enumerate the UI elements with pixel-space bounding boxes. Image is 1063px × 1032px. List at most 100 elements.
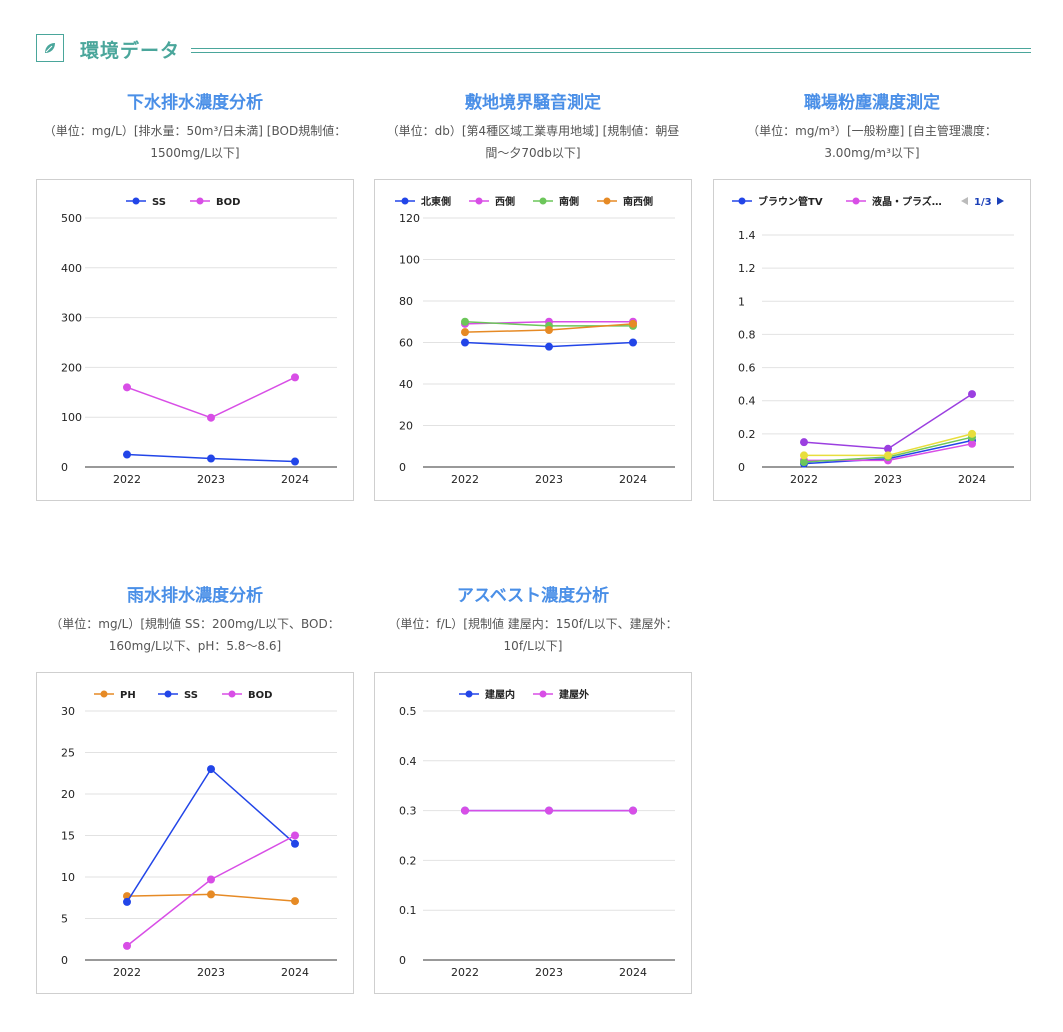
- chart-subtitle: （単位：mg/L）[排水量：50m³/日未満] [BOD規制値：1500mg/L…: [43, 124, 347, 160]
- y-tick-label: 100: [61, 411, 82, 424]
- legend-swatch-marker: [228, 690, 236, 698]
- chart-title: 雨水排水濃度分析: [127, 586, 263, 606]
- chart-title: 下水排水濃度分析: [127, 93, 263, 113]
- data-point[interactable]: [207, 890, 215, 899]
- y-tick-label: 100: [399, 254, 420, 267]
- chart-block: 敷地境界騒音測定 （単位：db）[第4種区域工業専用地域] [規制値：朝昼間〜夕…: [374, 88, 692, 501]
- legend-prev-icon[interactable]: [961, 197, 968, 205]
- legend-label: BOD: [216, 197, 240, 208]
- data-point[interactable]: [461, 806, 469, 815]
- y-tick-label: 40: [399, 378, 413, 391]
- chart-panel: 0 20 40 60 80 100 120 2022 2023 2024 北東側 西側 南側 南西側: [374, 179, 692, 501]
- x-tick-label: 2022: [113, 473, 141, 486]
- legend-label: 南西側: [623, 195, 653, 208]
- data-point[interactable]: [968, 390, 976, 399]
- data-point[interactable]: [291, 373, 299, 382]
- x-tick-label: 2022: [451, 473, 479, 486]
- data-point[interactable]: [800, 438, 808, 447]
- data-point[interactable]: [207, 454, 215, 463]
- legend-label: 南側: [559, 195, 579, 208]
- data-point[interactable]: [207, 765, 215, 774]
- chart-panel: 0 0.1 0.2 0.3 0.4 0.5 2022 2023 2024 建屋内 建屋外: [374, 672, 692, 994]
- legend-label: BOD: [248, 690, 272, 701]
- legend-label: PH: [120, 690, 136, 701]
- legend-swatch-marker: [196, 197, 204, 205]
- data-point[interactable]: [545, 326, 553, 335]
- chart-block: 下水排水濃度分析 （単位：mg/L）[排水量：50m³/日未満] [BOD規制値…: [36, 88, 354, 501]
- data-point[interactable]: [629, 806, 637, 815]
- data-point[interactable]: [545, 806, 553, 815]
- y-tick-label: 30: [61, 705, 75, 718]
- data-point[interactable]: [291, 839, 299, 848]
- chart-plot: 0 5 10 15 20 25 30 2022 2023 2024 PH SS BOD: [61, 690, 337, 979]
- legend-swatch-marker: [164, 690, 172, 698]
- data-point[interactable]: [800, 451, 808, 460]
- chart-subtitle: （単位：mg/L）[規制値 SS：200mg/L以下、BOD：160mg/L以下…: [50, 617, 340, 653]
- legend-next-icon[interactable]: [997, 197, 1004, 205]
- data-point[interactable]: [291, 897, 299, 906]
- x-tick-label: 2023: [197, 966, 225, 979]
- y-tick-label: 5: [61, 913, 68, 926]
- x-tick-label: 2024: [619, 966, 647, 979]
- y-tick-label: 1.2: [738, 262, 756, 275]
- y-tick-label: 1.4: [738, 229, 756, 242]
- legend-swatch-marker: [539, 197, 547, 205]
- y-tick-label: 0.5: [399, 705, 417, 718]
- y-tick-label: 500: [61, 212, 82, 225]
- chart-subtitle: （単位：db）[第4種区域工業専用地域] [規制値：朝昼間〜夕70db以下]: [386, 124, 680, 160]
- data-point[interactable]: [123, 941, 131, 950]
- legend-label: SS: [152, 197, 166, 208]
- data-point[interactable]: [207, 413, 215, 422]
- chart-plot: 0 0.1 0.2 0.3 0.4 0.5 2022 2023 2024 建屋内 建屋外: [399, 688, 675, 979]
- data-point[interactable]: [123, 383, 131, 392]
- data-point[interactable]: [291, 457, 299, 466]
- y-tick-label: 80: [399, 295, 413, 308]
- series-line: [126, 376, 296, 419]
- y-tick-label: 0.4: [399, 755, 417, 768]
- legend-label: SS: [184, 690, 198, 701]
- data-point[interactable]: [123, 450, 131, 459]
- data-point[interactable]: [629, 319, 637, 328]
- data-point[interactable]: [968, 429, 976, 438]
- y-tick-label: 0.1: [399, 904, 417, 917]
- x-tick-label: 2024: [619, 473, 647, 486]
- y-tick-label: 0: [399, 954, 406, 967]
- legend-swatch-marker: [603, 197, 611, 205]
- legend-label: 西側: [495, 195, 515, 208]
- legend-label: 北東側: [421, 195, 451, 208]
- data-point[interactable]: [207, 875, 215, 884]
- y-tick-label: 300: [61, 312, 82, 325]
- section-divider: [191, 48, 1031, 53]
- data-point[interactable]: [123, 897, 131, 906]
- y-tick-label: 0.3: [399, 805, 417, 818]
- chart-subtitle: （単位：f/L）[規制値 建屋内：150f/L以下、建屋外：10f/L以下]: [388, 617, 678, 653]
- data-point[interactable]: [545, 342, 553, 351]
- data-point[interactable]: [291, 831, 299, 840]
- data-point[interactable]: [884, 451, 892, 460]
- chart-title: 職場粉塵濃度測定: [804, 93, 940, 113]
- legend-swatch-marker: [401, 197, 409, 205]
- chart-panel: 0 5 10 15 20 25 30 2022 2023 2024 PH SS BOD: [36, 672, 354, 994]
- y-tick-label: 60: [399, 337, 413, 350]
- y-tick-label: 0.8: [738, 328, 756, 341]
- y-tick-label: 0.4: [738, 395, 756, 408]
- legend-label: 液晶・プラズ…: [872, 195, 942, 208]
- chart-title: アスベスト濃度分析: [456, 586, 610, 606]
- legend-swatch-marker: [852, 197, 860, 205]
- y-tick-label: 0.6: [738, 362, 756, 375]
- section-header: 環境データ: [36, 34, 1031, 66]
- data-point[interactable]: [461, 317, 469, 326]
- y-tick-label: 0: [738, 461, 745, 474]
- x-tick-label: 2022: [451, 966, 479, 979]
- data-point[interactable]: [629, 338, 637, 347]
- data-point[interactable]: [461, 338, 469, 347]
- chart-subtitle: （単位：mg/m³）[一般粉塵] [自主管理濃度：3.00mg/m³以下]: [747, 124, 997, 160]
- chart-panel: 0 100 200 300 400 500 2022 2023 2024 SS BOD: [36, 179, 354, 501]
- data-point[interactable]: [461, 328, 469, 337]
- y-tick-label: 20: [399, 420, 413, 433]
- x-tick-label: 2023: [874, 473, 902, 486]
- legend-swatch-marker: [100, 690, 108, 698]
- leaf-icon: [36, 34, 64, 62]
- legend-swatch-marker: [465, 690, 473, 698]
- x-tick-label: 2024: [281, 473, 309, 486]
